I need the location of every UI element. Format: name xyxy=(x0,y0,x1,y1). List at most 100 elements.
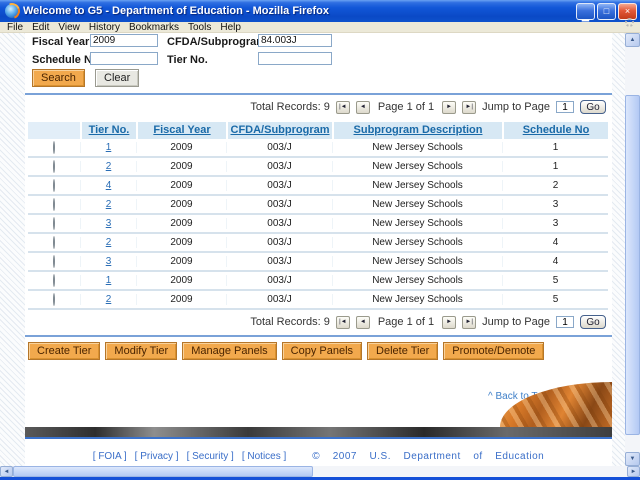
notices-link[interactable]: [ Notices ] xyxy=(242,451,286,462)
next-page-button[interactable]: ► xyxy=(442,101,456,114)
schedule-no-input[interactable] xyxy=(90,52,158,65)
row-radio-button[interactable] xyxy=(53,236,55,249)
tier-link[interactable]: 2 xyxy=(106,294,112,305)
table-row: 1 2009 003/J New Jersey Schools 1 xyxy=(28,139,608,158)
scroll-down-button[interactable]: ▼ xyxy=(625,452,640,466)
fiscal-year-input[interactable] xyxy=(90,34,158,47)
close-button[interactable]: × xyxy=(618,3,637,20)
menu-file[interactable]: File xyxy=(7,22,23,33)
description-cell: New Jersey Schools xyxy=(332,142,502,153)
delete-tier-button[interactable]: Delete Tier xyxy=(367,342,438,360)
cfda-subprogram-input[interactable] xyxy=(258,34,332,47)
footer: [ FOIA ] [ Privacy ] [ Security ] [ Noti… xyxy=(25,451,612,462)
maximize-icon: □ xyxy=(604,6,609,16)
menubar: File Edit View History Bookmarks Tools H… xyxy=(0,22,640,33)
row-radio-button[interactable] xyxy=(53,293,55,306)
copy-panels-button[interactable]: Copy Panels xyxy=(282,342,362,360)
tier-link[interactable]: 2 xyxy=(106,199,112,210)
jump-to-page-input[interactable] xyxy=(556,316,574,328)
menu-tools[interactable]: Tools xyxy=(188,22,211,33)
tier-link[interactable]: 2 xyxy=(106,237,112,248)
row-radio-button[interactable] xyxy=(53,141,55,154)
minimize-button[interactable]: ▁ xyxy=(576,3,595,20)
cfda-cell: 003/J xyxy=(226,161,332,172)
fiscal-year-cell: 2009 xyxy=(136,142,226,153)
tier-link[interactable]: 2 xyxy=(106,161,112,172)
vertical-scrollbar[interactable]: ▲ ▼ xyxy=(625,33,640,466)
last-page-button[interactable]: ►| xyxy=(462,101,476,114)
fiscal-year-cell: 2009 xyxy=(136,199,226,210)
horizontal-scrollbar[interactable]: ◄ ► xyxy=(0,466,640,477)
schedule-cell: 2 xyxy=(502,180,608,191)
fiscal-year-label: Fiscal Year * xyxy=(32,36,97,48)
next-page-icon: ► xyxy=(446,319,452,325)
schedule-cell: 5 xyxy=(502,275,608,286)
tier-no-column-header[interactable]: Tier No. xyxy=(80,122,136,139)
menu-edit[interactable]: Edit xyxy=(32,22,49,33)
horizontal-scroll-thumb[interactable] xyxy=(13,466,313,477)
menu-help[interactable]: Help xyxy=(220,22,241,33)
description-cell: New Jersey Schools xyxy=(332,199,502,210)
scroll-left-button[interactable]: ◄ xyxy=(0,466,13,477)
security-link[interactable]: [ Security ] xyxy=(187,451,234,462)
row-radio-button[interactable] xyxy=(53,217,55,230)
maximize-button[interactable]: □ xyxy=(597,3,616,20)
vertical-scroll-thumb[interactable] xyxy=(625,95,640,435)
scroll-up-icon: ▲ xyxy=(630,37,636,43)
go-button[interactable]: Go xyxy=(580,100,606,114)
scroll-right-button[interactable]: ► xyxy=(627,466,640,477)
total-records: Total Records: 9 xyxy=(250,101,329,113)
last-page-button[interactable]: ►| xyxy=(462,316,476,329)
modify-tier-button[interactable]: Modify Tier xyxy=(105,342,177,360)
tier-link[interactable]: 4 xyxy=(106,180,112,191)
scroll-up-button[interactable]: ▲ xyxy=(625,33,640,47)
pagination-bottom: Total Records: 9 |◄ ◄ Page 1 of 1 ► ►| J… xyxy=(250,314,606,330)
tier-no-input[interactable] xyxy=(258,52,332,65)
scroll-left-icon: ◄ xyxy=(4,469,10,475)
tier-link[interactable]: 1 xyxy=(106,142,112,153)
manage-panels-button[interactable]: Manage Panels xyxy=(182,342,276,360)
promote-demote-button[interactable]: Promote/Demote xyxy=(443,342,544,360)
row-radio-button[interactable] xyxy=(53,179,55,192)
jump-to-page-label: Jump to Page xyxy=(482,101,550,113)
jump-to-page-label: Jump to Page xyxy=(482,316,550,328)
prev-page-button[interactable]: ◄ xyxy=(356,101,370,114)
table-row: 2 2009 003/J New Jersey Schools 5 xyxy=(28,291,608,310)
next-page-button[interactable]: ► xyxy=(442,316,456,329)
menu-history[interactable]: History xyxy=(89,22,120,33)
menu-bookmarks[interactable]: Bookmarks xyxy=(129,22,179,33)
last-page-icon: ►| xyxy=(465,104,473,110)
row-radio-button[interactable] xyxy=(53,274,55,287)
jump-to-page-input[interactable] xyxy=(556,101,574,113)
row-radio-button[interactable] xyxy=(53,160,55,173)
prev-page-icon: ◄ xyxy=(360,104,366,110)
page-status: Page 1 of 1 xyxy=(378,101,434,113)
metallic-band xyxy=(25,427,612,439)
row-radio-button[interactable] xyxy=(53,255,55,268)
tier-link[interactable]: 3 xyxy=(106,256,112,267)
fiscal-year-column-header[interactable]: Fiscal Year xyxy=(136,122,226,139)
search-button[interactable]: Search xyxy=(32,69,85,87)
go-button[interactable]: Go xyxy=(580,315,606,329)
description-column-header[interactable]: Subprogram Description xyxy=(332,122,502,139)
create-tier-button[interactable]: Create Tier xyxy=(28,342,100,360)
first-page-button[interactable]: |◄ xyxy=(336,316,350,329)
tier-link[interactable]: 1 xyxy=(106,275,112,286)
clear-button[interactable]: Clear xyxy=(95,69,139,87)
schedule-column-header[interactable]: Schedule No xyxy=(502,122,608,139)
schedule-no-label: Schedule No xyxy=(32,54,99,66)
throbber-icon xyxy=(625,18,634,27)
table-row: 1 2009 003/J New Jersey Schools 5 xyxy=(28,272,608,291)
cfda-cell: 003/J xyxy=(226,180,332,191)
menu-view[interactable]: View xyxy=(58,22,80,33)
row-radio-button[interactable] xyxy=(53,198,55,211)
tier-no-label: Tier No. xyxy=(167,54,208,66)
cfda-column-header[interactable]: CFDA/Subprogram xyxy=(226,122,332,139)
schedule-cell: 5 xyxy=(502,294,608,305)
tier-link[interactable]: 3 xyxy=(106,218,112,229)
privacy-link[interactable]: [ Privacy ] xyxy=(135,451,179,462)
titlebar[interactable]: Welcome to G5 - Department of Education … xyxy=(0,0,640,22)
foia-link[interactable]: [ FOIA ] xyxy=(93,451,127,462)
first-page-button[interactable]: |◄ xyxy=(336,101,350,114)
prev-page-button[interactable]: ◄ xyxy=(356,316,370,329)
